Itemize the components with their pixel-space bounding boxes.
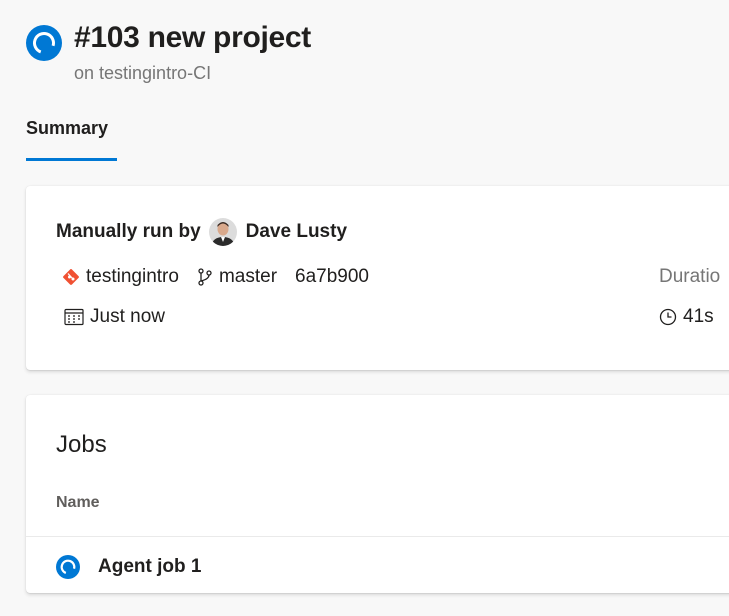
time-row: Just now: [64, 306, 165, 328]
duration-value: 41s: [683, 306, 714, 327]
clock-icon: [659, 308, 677, 326]
column-header-name: Name: [56, 494, 100, 511]
git-repo-icon: [62, 268, 80, 286]
tab-summary[interactable]: Summary: [26, 114, 108, 142]
avatar[interactable]: [208, 218, 237, 246]
summary-card: Manually run by Dave Lusty testingintro: [26, 186, 729, 370]
user-name[interactable]: Dave Lusty: [246, 221, 347, 243]
table-row[interactable]: Agent job 1: [56, 555, 201, 579]
repository-link[interactable]: testingintro: [86, 266, 179, 288]
trigger-label: Manually run by: [56, 221, 201, 242]
jobs-title: Jobs: [56, 431, 107, 458]
trigger-row: Manually run by Dave Lusty: [56, 218, 347, 246]
divider: [26, 536, 729, 537]
calendar-icon: [64, 308, 84, 326]
branch-name[interactable]: master: [219, 266, 277, 288]
branch-icon: [197, 268, 213, 286]
commit-id[interactable]: 6a7b900: [295, 266, 369, 288]
jobs-card: Jobs Name Agent job 1: [26, 395, 729, 593]
duration-row: 41s: [659, 306, 714, 328]
run-in-progress-icon: [56, 555, 80, 579]
pipeline-subtitle[interactable]: on testingintro-CI: [74, 61, 211, 85]
source-row: testingintro master 6a7b900: [62, 266, 369, 288]
job-name[interactable]: Agent job 1: [98, 556, 201, 578]
tab-selected-indicator: [26, 158, 117, 161]
run-in-progress-icon: [26, 25, 62, 61]
page-title: #103 new project: [74, 21, 311, 54]
run-time: Just now: [90, 306, 165, 327]
duration-label: Duratio: [659, 266, 721, 287]
